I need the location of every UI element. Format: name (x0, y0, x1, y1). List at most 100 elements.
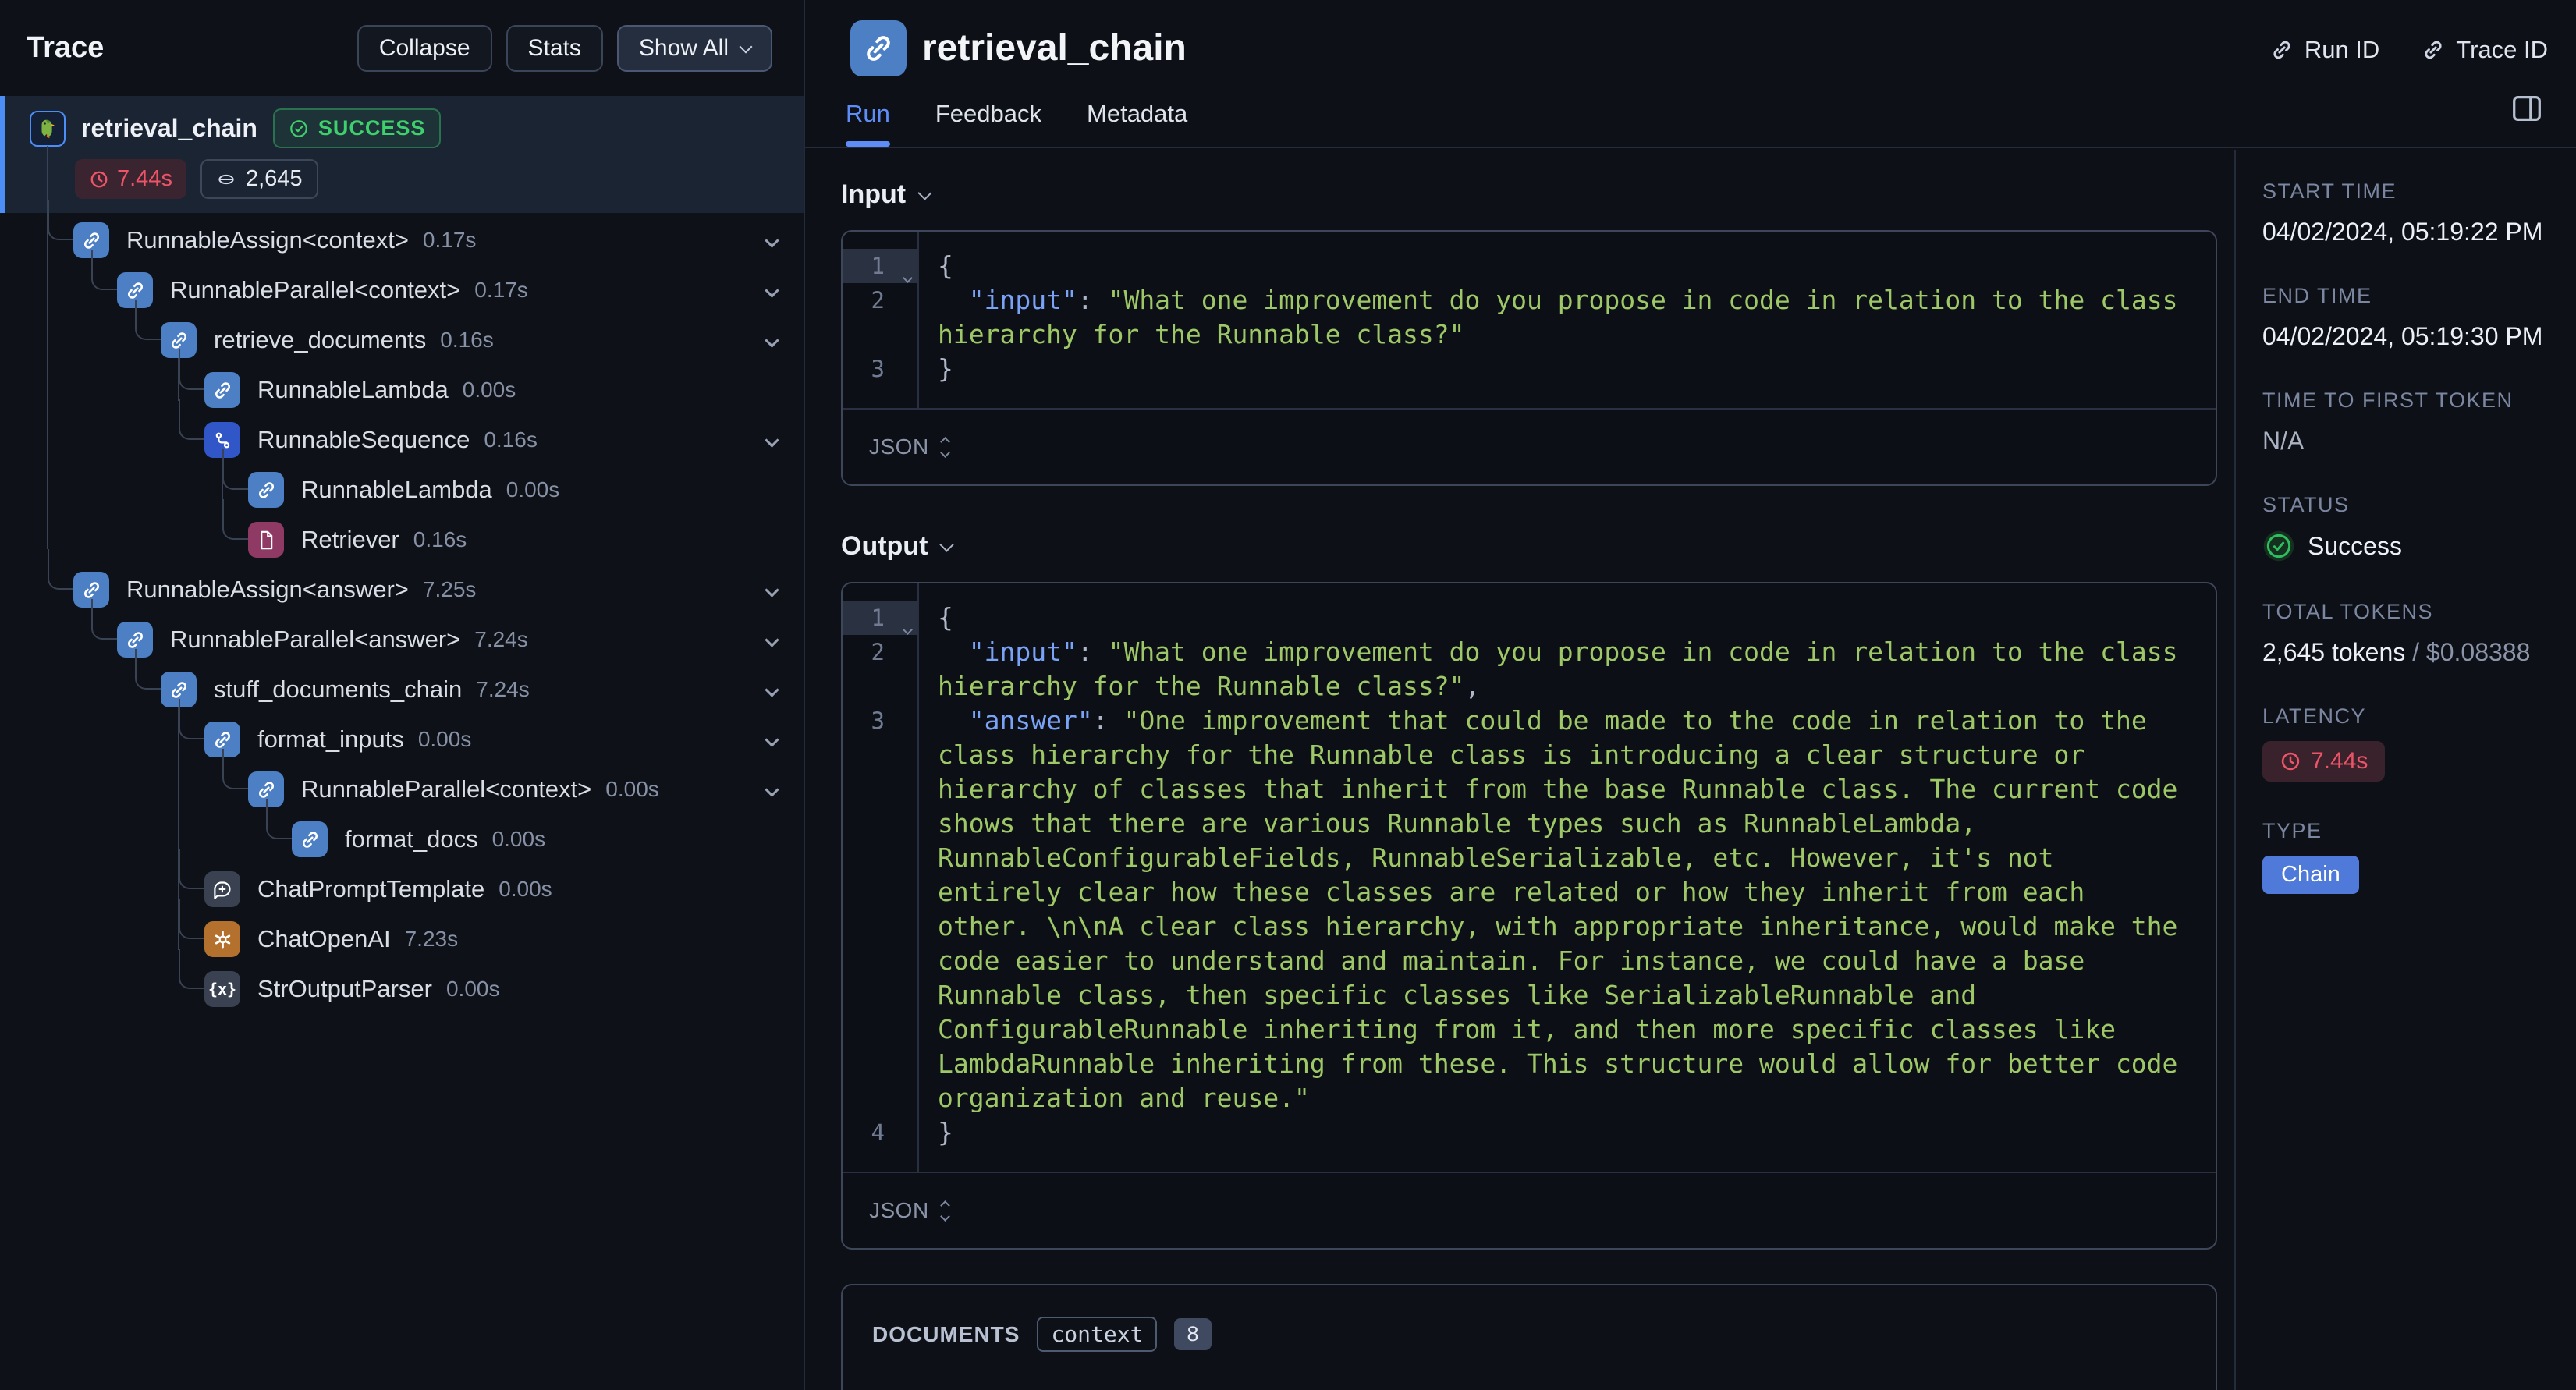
code-line: 3 "answer": "One improvement that could … (871, 705, 2194, 1113)
context-key-badge: context (1037, 1317, 1158, 1352)
run-tabs: Run Feedback Metadata (846, 100, 1187, 147)
input-code-block: 1 { 2 "input": "What one improvement do … (841, 230, 2217, 486)
tree-elbow (179, 849, 204, 889)
output-code-block: 1 { 2 "input": "What one improvement do … (841, 582, 2217, 1250)
clock-icon (2281, 752, 2300, 771)
chevron-down-icon[interactable] (765, 232, 779, 248)
input-section-header[interactable]: Input (841, 179, 2217, 210)
tree-row-retrieve-documents[interactable]: retrieve_documents 0.16s (0, 300, 804, 365)
output-section-header[interactable]: Output (841, 531, 2217, 562)
documents-heading: DOCUMENTS (872, 1321, 1020, 1346)
code-line: 3 } (871, 353, 953, 384)
chevron-down-icon[interactable] (765, 682, 779, 697)
tree-row-retriever[interactable]: Retriever 0.16s (0, 499, 804, 565)
tree-row-format-docs[interactable]: format_docs 0.00s (0, 799, 804, 864)
tree-elbow (135, 300, 161, 340)
end-time-field: END TIME 04/02/2024, 05:19:30 PM (2262, 284, 2543, 350)
tree-row-root-retrieval-chain[interactable]: retrieval_chain SUCCESS 7.44s 2,645 (0, 96, 804, 213)
parser-icon: {x} (204, 971, 240, 1007)
chevron-down-icon[interactable] (765, 432, 779, 448)
tree-row-runnablesequence[interactable]: RunnableSequence 0.16s (0, 399, 804, 465)
collapse-button[interactable]: Collapse (357, 24, 492, 72)
tree-row-stroutputparser[interactable]: {x} StrOutputParser 0.00s (0, 949, 804, 1014)
tree-elbow (91, 599, 117, 640)
tree-row-runnableassign-answer[interactable]: RunnableAssign<answer> 7.25s (0, 549, 804, 615)
start-time-field: START TIME 04/02/2024, 05:19:22 PM (2262, 179, 2543, 246)
tree-row-runnablelambda-2[interactable]: RunnableLambda 0.00s (0, 449, 804, 515)
tree-row-runnableparallel-answer[interactable]: RunnableParallel<answer> 7.24s (0, 599, 804, 665)
type-field: TYPE Chain (2262, 819, 2557, 894)
chevron-down-icon[interactable] (765, 582, 779, 597)
tree-elbow (266, 799, 292, 839)
run-header: retrieval_chain Run ID Trace ID Run Feed… (805, 0, 2576, 148)
chain-icon (204, 372, 240, 408)
check-circle-icon (290, 119, 307, 137)
chevron-down-icon[interactable] (765, 632, 779, 647)
chevron-down-icon[interactable] (765, 332, 779, 348)
tree-elbow (135, 649, 161, 690)
latency-field: LATENCY 7.44s (2262, 704, 2557, 782)
tree-elbow (222, 749, 248, 789)
tree-row-runnablelambda-1[interactable]: RunnableLambda 0.00s (0, 349, 804, 415)
tree-elbow (179, 349, 204, 390)
tree-row-runnableparallel-context-2[interactable]: RunnableParallel<context> 0.00s (0, 749, 804, 814)
clock-icon (90, 171, 108, 187)
code-line: 2 "input": "What one improvement do you … (871, 636, 2194, 701)
prompt-template-icon (204, 871, 240, 907)
parrot-icon (30, 110, 66, 147)
chain-icon (292, 821, 328, 857)
tree-elbow (179, 399, 204, 440)
total-tokens-field: TOTAL TOKENS 2,645 tokens / $0.08388 (2262, 600, 2531, 666)
status-field: STATUS Success (2262, 493, 2557, 562)
stats-button[interactable]: Stats (506, 24, 603, 72)
tab-feedback[interactable]: Feedback (935, 100, 1041, 147)
run-detail-panel: Input 1 { 2 "input": "What one improveme… (805, 150, 2234, 1390)
chevron-down-icon[interactable] (765, 782, 779, 797)
documents-count-badge: 8 (1174, 1318, 1212, 1350)
tree-row-format-inputs[interactable]: format_inputs 0.00s (0, 699, 804, 764)
sort-arrows-icon (939, 436, 950, 458)
chain-icon (850, 20, 907, 76)
input-format-selector[interactable]: JSON (843, 408, 2216, 484)
page-title: retrieval_chain (922, 27, 1187, 69)
panel-toggle-icon[interactable] (2509, 90, 2545, 126)
success-check-icon (2263, 530, 2294, 562)
tree-row-chatprompttemplate[interactable]: ChatPromptTemplate 0.00s (0, 849, 804, 914)
trace-panel: Trace Collapse Stats Show All retrieval_… (0, 0, 805, 1390)
chain-icon (248, 472, 284, 508)
tree-elbow (222, 499, 248, 540)
tab-run[interactable]: Run (846, 100, 890, 147)
trace-panel-header: Trace Collapse Stats Show All (0, 0, 804, 96)
documents-card: DOCUMENTS context 8 For example, .. code… (841, 1284, 2217, 1390)
gutter-divider (917, 232, 919, 408)
latency-badge: 7.44s (2262, 741, 2386, 782)
trace-id-button[interactable]: Trace ID (2422, 36, 2548, 64)
time-to-first-token-field: TIME TO FIRST TOKEN N/A (2262, 388, 2514, 455)
openai-icon (204, 921, 240, 957)
code-line: 1 { (843, 249, 2216, 283)
tree-row-runnableparallel-context[interactable]: RunnableParallel<context> 0.17s (0, 250, 804, 315)
tree-elbow (179, 899, 204, 939)
tree-elbow (222, 449, 248, 490)
show-all-dropdown[interactable]: Show All (616, 24, 772, 72)
output-format-selector[interactable]: JSON (843, 1172, 2216, 1248)
trace-tree: RunnableAssign<context> 0.17s RunnablePa… (0, 146, 804, 1014)
status-badge: SUCCESS (272, 108, 442, 148)
tree-row-stuff-documents-chain[interactable]: stuff_documents_chain 7.24s (0, 649, 804, 715)
tree-row-runnableassign-context[interactable]: RunnableAssign<context> 0.17s (0, 200, 804, 265)
chevron-down-icon[interactable] (765, 732, 779, 747)
tree-row-chatopenai[interactable]: ChatOpenAI 7.23s (0, 899, 804, 964)
chevron-down-icon[interactable] (765, 282, 779, 298)
tree-elbow (179, 949, 204, 989)
tree-elbow (91, 250, 117, 290)
code-line: 2 "input": "What one improvement do you … (871, 285, 2194, 349)
trace-toolbar: Collapse Stats Show All (357, 24, 772, 72)
tab-metadata[interactable]: Metadata (1087, 100, 1187, 147)
run-id-button[interactable]: Run ID (2270, 36, 2379, 64)
gutter-divider (917, 583, 919, 1172)
link-icon (2425, 41, 2442, 59)
latency-badge: 7.44s (75, 159, 186, 199)
chevron-down-icon (939, 537, 955, 552)
token-coin-icon (218, 174, 234, 184)
retriever-document-icon (248, 522, 284, 558)
